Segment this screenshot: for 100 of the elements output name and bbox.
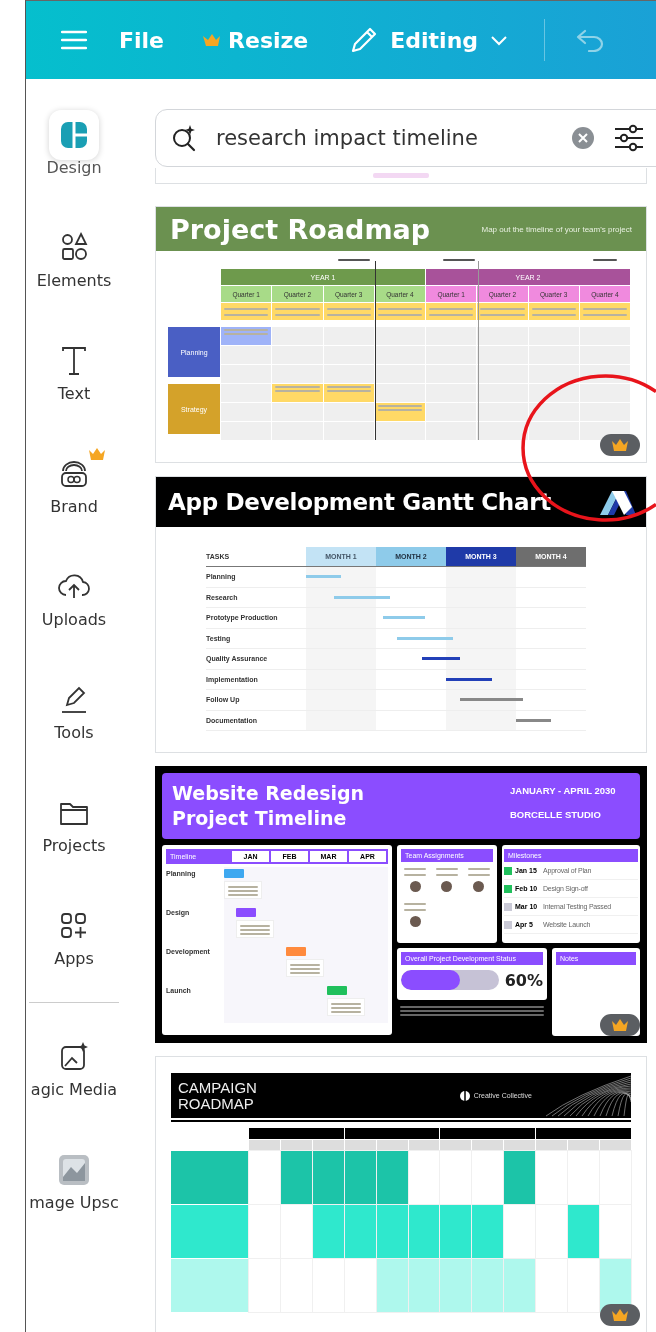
grid-cell <box>221 384 272 402</box>
month-header <box>536 1140 568 1150</box>
column-band <box>446 649 516 669</box>
month-header <box>312 1140 344 1150</box>
filter-icon[interactable] <box>613 124 645 152</box>
month-header <box>600 1140 631 1150</box>
goal-note <box>272 303 323 320</box>
sidebar-item[interactable]: Projects <box>19 788 129 901</box>
task-note <box>221 327 272 345</box>
campaign-task <box>504 1259 536 1312</box>
campaign-task <box>344 1151 376 1204</box>
task-list <box>224 881 262 899</box>
campaign-task <box>312 1205 344 1258</box>
month-header <box>568 1140 600 1150</box>
sidebar-item[interactable]: Uploads <box>19 562 129 675</box>
grid-cell <box>477 422 528 440</box>
sidebar-item[interactable]: Tools <box>19 675 129 788</box>
timeline-bar <box>334 595 390 599</box>
campaign-task <box>472 1205 504 1258</box>
grid-cell <box>477 384 528 402</box>
sidebar-item[interactable]: mage Upsc <box>19 1145 129 1258</box>
goal-note <box>579 303 630 320</box>
timeline-bar <box>383 616 425 619</box>
grid-cell <box>221 403 272 421</box>
template-card[interactable] <box>155 766 647 1043</box>
goal-note <box>221 303 272 320</box>
grid-cell <box>221 422 272 440</box>
goal-note <box>528 303 579 320</box>
template-title: Project Roadmap <box>170 213 431 245</box>
grid-cell <box>272 365 323 383</box>
campaign-task <box>376 1259 408 1312</box>
grid-cell <box>374 384 425 402</box>
grid-cell <box>426 365 477 383</box>
grid-cell <box>323 403 374 421</box>
template-title: Website Redesign Project Timeline <box>172 781 366 831</box>
campaign-task <box>568 1205 600 1258</box>
grid-cell <box>426 327 477 345</box>
month-header <box>344 1140 376 1150</box>
campaign-task <box>408 1259 440 1312</box>
progress-reading: 60% <box>504 970 543 990</box>
month-header <box>440 1140 472 1150</box>
timeline-bar <box>306 575 341 578</box>
grid-cell <box>323 422 374 440</box>
image-thumbnail-icon <box>57 1153 91 1187</box>
search-input[interactable]: research impact timeline <box>216 126 556 150</box>
sidebar-item[interactable]: Design <box>19 110 129 223</box>
grid-cell <box>528 422 579 440</box>
timeline-bar <box>421 657 460 660</box>
grid-cell <box>272 327 323 345</box>
timeline-bar <box>460 698 523 701</box>
task-note <box>323 384 374 402</box>
undo-icon[interactable] <box>575 28 606 52</box>
task-list <box>285 959 324 977</box>
campaign-task <box>472 1259 504 1312</box>
campaign-task <box>376 1205 408 1258</box>
column-band <box>446 567 516 587</box>
clear-icon[interactable] <box>571 126 595 150</box>
grid-cell <box>374 327 425 345</box>
brand-logo-icon <box>458 1089 471 1102</box>
sidebar-item[interactable]: Apps <box>19 901 129 1014</box>
campaign-task <box>440 1205 472 1258</box>
grid-cell <box>528 365 579 383</box>
task-list <box>236 920 275 938</box>
search-field[interactable]: research impact timeline <box>155 109 656 167</box>
avatar <box>473 881 485 892</box>
month-header <box>408 1140 440 1150</box>
checkbox[interactable] <box>504 884 512 893</box>
grid-cell <box>323 346 374 364</box>
grid-cell <box>579 384 630 402</box>
grid-cell <box>477 327 528 345</box>
task-note <box>272 384 323 402</box>
checkbox[interactable] <box>504 902 512 911</box>
grid-cell <box>528 403 579 421</box>
checkbox[interactable] <box>504 866 512 875</box>
grid-cell <box>477 346 528 364</box>
timeline-bar <box>446 677 492 681</box>
sidebar-item[interactable]: Brand <box>19 449 129 562</box>
grid-cell <box>272 403 323 421</box>
task-list <box>326 998 365 1016</box>
chevron-down-icon <box>490 34 509 46</box>
task-note <box>374 403 425 421</box>
menu-icon[interactable] <box>61 29 87 51</box>
sidebar-item[interactable]: Elements <box>19 223 129 336</box>
campaign-task <box>344 1205 376 1258</box>
grid-cell <box>323 327 374 345</box>
grid-cell <box>374 365 425 383</box>
goal-note <box>323 303 374 320</box>
campaign-task <box>312 1151 344 1204</box>
sidebar-item[interactable]: agic Media <box>19 1032 129 1145</box>
campaign-task <box>408 1205 440 1258</box>
checkbox[interactable] <box>504 920 512 929</box>
goal-note <box>477 303 528 320</box>
grid-cell <box>221 346 272 364</box>
sidebar-item[interactable]: Text <box>19 336 129 449</box>
date-range: JANUARY - APRIL 2030 <box>510 784 617 797</box>
template-title: App Development Gantt Chart <box>168 489 551 515</box>
studio-name: BORCELLE STUDIO <box>510 809 602 820</box>
avatar <box>441 881 453 892</box>
avatar <box>409 916 421 927</box>
grid-cell <box>426 346 477 364</box>
